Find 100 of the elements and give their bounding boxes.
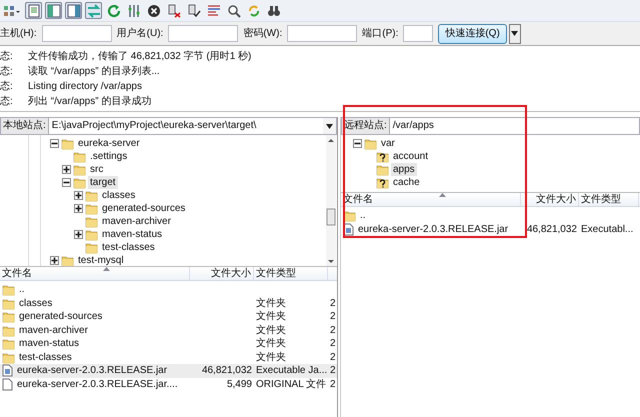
input-field[interactable]: [42, 25, 112, 42]
file-name: classes: [19, 296, 52, 310]
file-date: 2: [330, 352, 336, 362]
folder-icon: [61, 254, 74, 266]
folder-icon: [73, 176, 86, 189]
file-type: ORIGINAL 文件: [256, 378, 326, 390]
caret-icon: [511, 30, 518, 36]
folder-icon: [73, 150, 86, 163]
tree-item[interactable]: maven-archiver: [100, 215, 173, 228]
tree-item[interactable]: maven-status: [100, 228, 164, 241]
file-name: eureka-server-2.0.3.RELEASE.jar....: [17, 378, 178, 391]
folder-icon: [364, 137, 377, 150]
file-date: 2: [330, 324, 336, 336]
question-folder-icon: [376, 150, 389, 163]
file-type: Executable Ja...: [256, 365, 328, 376]
file-type: Executabl...: [581, 224, 634, 234]
tree-item[interactable]: .settings: [88, 150, 130, 163]
message-log-icon: [26, 4, 40, 18]
tree-item[interactable]: cache: [391, 176, 422, 189]
tree-item[interactable]: target: [88, 176, 118, 189]
tree-item[interactable]: eureka-server: [76, 137, 142, 150]
file-row[interactable]: test-classes 文件夹 2: [0, 350, 337, 364]
folder-icon: [2, 310, 15, 324]
file-icon: [2, 378, 13, 391]
toggle-button[interactable]: [25, 2, 42, 19]
log-label: 态:: [0, 64, 14, 79]
file-type: 文件夹: [256, 338, 286, 349]
file-date: 2: [330, 298, 336, 308]
file-row[interactable]: maven-archiver 文件夹 2: [0, 324, 337, 337]
file-name: ..: [360, 209, 366, 222]
site-manager-icon: [3, 4, 21, 18]
dropdown-button[interactable]: [508, 24, 521, 44]
sort-arrow-icon: [439, 193, 446, 197]
tree-item[interactable]: test-mysql: [76, 254, 126, 266]
file-row[interactable]: ..: [341, 209, 640, 222]
column-header[interactable]: 文件大小: [521, 193, 579, 206]
disconnect-icon: [166, 4, 180, 18]
file-row[interactable]: generated-sources 文件夹 2: [0, 310, 337, 324]
tree-item[interactable]: generated-sources: [100, 202, 188, 215]
log-label: 态:: [0, 50, 14, 64]
folder-icon: [73, 163, 86, 176]
file-row[interactable]: ..: [0, 283, 337, 296]
toggle-button[interactable]: [85, 2, 102, 19]
log-message: 文件传输成功，传输了 46,821,032 字节 (用时1 秒): [28, 50, 252, 64]
input-field[interactable]: [403, 25, 434, 42]
file-date: 2: [330, 311, 336, 322]
file-type: 文件夹: [256, 311, 286, 322]
file-name: eureka-server-2.0.3.RELEASE.jar: [358, 222, 508, 236]
tree-item[interactable]: classes: [100, 189, 138, 202]
file-date: 2: [330, 338, 336, 349]
remote-tree-icon: [66, 4, 80, 18]
file-name: ..: [19, 283, 25, 296]
file-name: maven-status: [19, 337, 80, 350]
filter-icon: [206, 4, 220, 18]
folder-icon: [2, 283, 15, 296]
field-label: 主机(H):: [0, 26, 37, 41]
file-name: test-classes: [19, 350, 72, 364]
column-header[interactable]: 文件类型: [254, 267, 328, 280]
file-row[interactable]: eureka-server-2.0.3.RELEASE.jar 46,821,032 Executable Ja... 2: [0, 364, 337, 378]
field-label: 密码(W):: [243, 26, 282, 41]
file-size: 46,821,032: [526, 224, 577, 234]
toolbar-button[interactable]: [145, 2, 162, 19]
tree-item[interactable]: test-classes: [100, 241, 157, 254]
local-tree-icon: [46, 4, 60, 18]
folder-icon: [376, 163, 389, 176]
file-row[interactable]: eureka-server-2.0.3.RELEASE.jar.... 5,499 ORIGINAL 文件 2: [0, 378, 337, 391]
jar-file-icon: [343, 222, 354, 236]
log-label: 态:: [0, 80, 14, 94]
folder-icon: [343, 209, 356, 222]
sync-icon: [246, 4, 260, 18]
tree-item[interactable]: account: [391, 150, 430, 163]
file-size: 46,821,032: [202, 365, 252, 376]
column-header[interactable]: 文件类型: [579, 193, 639, 206]
toggle-button[interactable]: [65, 2, 82, 19]
column-header[interactable]: 文件大小: [190, 267, 254, 280]
toggle-button[interactable]: [45, 2, 62, 19]
refresh-icon: [106, 4, 120, 18]
folder-icon: [85, 202, 98, 215]
field-label: 用户名(U):: [116, 26, 164, 41]
transfer-queue-icon: [86, 4, 100, 18]
file-row[interactable]: maven-status 文件夹 2: [0, 337, 337, 350]
folder-icon: [85, 241, 98, 254]
quickconnect-button[interactable]: 快速连接(Q): [438, 24, 507, 44]
tree-item[interactable]: src: [88, 163, 106, 176]
tree-item[interactable]: var: [379, 137, 397, 150]
folder-icon: [2, 337, 15, 350]
sort-arrow-icon: [103, 267, 110, 271]
file-type: 文件夹: [256, 324, 286, 336]
file-name: eureka-server-2.0.3.RELEASE.jar: [17, 364, 168, 378]
input-field[interactable]: [168, 25, 238, 42]
binoculars-icon: [266, 4, 280, 18]
folder-icon: [2, 324, 15, 337]
folder-icon: [85, 215, 98, 228]
reconnect-icon: [186, 4, 200, 18]
file-date: 2: [330, 365, 336, 376]
input-field[interactable]: [287, 25, 358, 42]
folder-icon: [61, 137, 74, 150]
question-folder-icon: [376, 176, 389, 189]
tree-item[interactable]: apps: [391, 163, 417, 176]
file-row[interactable]: classes 文件夹 2: [0, 296, 337, 310]
